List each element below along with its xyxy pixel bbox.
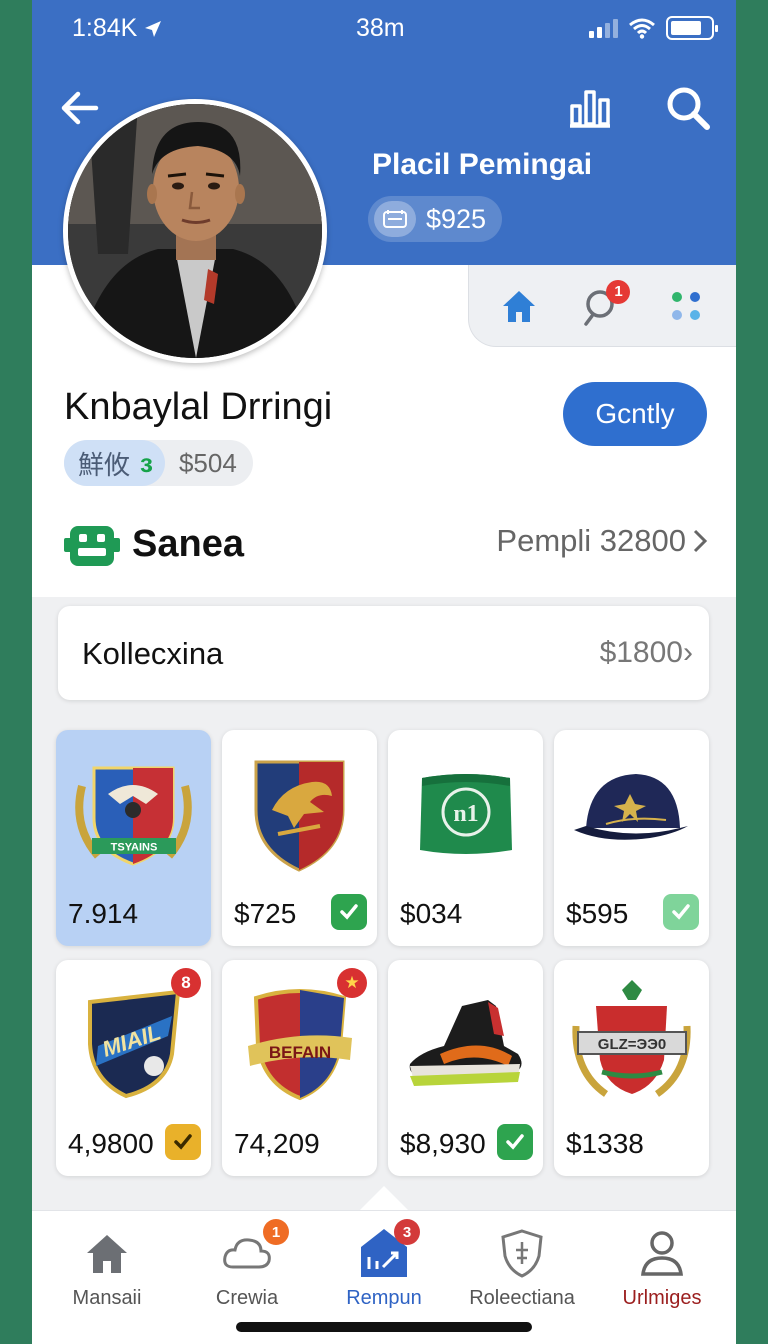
nav-label: Crewia bbox=[215, 1287, 279, 1309]
check-badge bbox=[497, 1124, 533, 1160]
battery-icon bbox=[666, 16, 718, 40]
profile-tag-amount: $504 bbox=[178, 447, 237, 478]
nav-badge: 1 bbox=[263, 1219, 289, 1245]
item-card[interactable]: $8,930 bbox=[388, 960, 543, 1176]
check-badge bbox=[663, 894, 699, 930]
check-badge bbox=[331, 894, 367, 930]
nav-label: Mansaii bbox=[72, 1287, 142, 1309]
item-price: 74,209 bbox=[234, 1128, 320, 1159]
sneaker-icon bbox=[409, 1000, 522, 1086]
avatar[interactable] bbox=[63, 99, 327, 363]
nav-label: Roleectiana bbox=[469, 1287, 575, 1309]
item-price: $034 bbox=[400, 898, 463, 929]
wifi-icon bbox=[629, 18, 655, 39]
section-header: Sanea Pempli 32800 bbox=[64, 518, 708, 574]
quick-apps-button[interactable] bbox=[664, 284, 708, 328]
nav-home[interactable]: Mansaii bbox=[37, 1225, 177, 1310]
item-card[interactable]: TSYAINS 7.914 bbox=[56, 730, 211, 946]
quick-actions-bar: 1 bbox=[468, 265, 736, 347]
section-link[interactable]: Pempli 32800 bbox=[496, 523, 708, 559]
check-badge bbox=[165, 1124, 201, 1160]
chat-badge: 1 bbox=[606, 279, 631, 304]
home-icon bbox=[87, 1235, 127, 1273]
item-badge: ★ bbox=[337, 968, 367, 998]
quick-home-button[interactable] bbox=[497, 284, 541, 328]
item-card[interactable]: $595 bbox=[554, 730, 709, 946]
item-price: $8,930 bbox=[400, 1128, 486, 1159]
eagle-crest-icon: TSYAINS bbox=[75, 766, 192, 866]
user-icon bbox=[641, 1231, 683, 1276]
item-price: $595 bbox=[566, 898, 629, 929]
status-time: 1:84K bbox=[72, 14, 163, 43]
nav-label: Urlmiges bbox=[622, 1287, 702, 1309]
check-icon bbox=[174, 1134, 192, 1150]
eagle-shield-icon bbox=[254, 760, 345, 872]
bar-chart-icon bbox=[570, 90, 610, 128]
item-emblem-text: BEFAIN bbox=[269, 1043, 331, 1062]
item-price: 4,9800 bbox=[68, 1128, 154, 1159]
home-indicator bbox=[236, 1322, 532, 1332]
location-arrow-icon bbox=[145, 20, 162, 37]
search-icon bbox=[667, 87, 710, 130]
item-price: $725 bbox=[234, 898, 297, 929]
item-card[interactable]: GLZ=ЭЭ0 $1338 bbox=[554, 960, 709, 1176]
profile-tag: 鮮攸 з bbox=[64, 440, 165, 486]
item-card[interactable]: BEFAIN ★ 74,209 bbox=[222, 960, 377, 1176]
nav-profile[interactable]: Urlmiges bbox=[592, 1225, 732, 1310]
section-link-text: Pempli 32800 bbox=[496, 523, 686, 558]
nav-badge: 3 bbox=[394, 1219, 420, 1245]
wallet-icon bbox=[374, 201, 416, 237]
follow-button[interactable]: Gcntly bbox=[563, 382, 707, 446]
header-title: Placil Pemingai bbox=[372, 148, 593, 181]
nav-chat[interactable]: 1 Crewia bbox=[177, 1219, 317, 1310]
status-time-text: 1:84K bbox=[72, 14, 138, 42]
status-icons bbox=[589, 16, 718, 40]
signal-icon bbox=[589, 18, 618, 38]
profile-photo bbox=[68, 104, 322, 358]
header-balance-pill[interactable]: $925 bbox=[368, 196, 503, 242]
item-card[interactable]: $725 bbox=[222, 730, 377, 946]
apps-grid-icon bbox=[672, 291, 701, 320]
item-price: 7.914 bbox=[68, 898, 139, 929]
item-emblem-text: n1 bbox=[453, 801, 478, 827]
header-balance: $925 bbox=[426, 203, 487, 234]
laurel-crest-icon: GLZ=ЭЭ0 bbox=[572, 980, 691, 1097]
status-center-text: 38m bbox=[356, 14, 405, 42]
navy-cap-icon bbox=[574, 774, 688, 840]
profile-tag-mark: з bbox=[140, 447, 153, 478]
collection-title: Kollecxina bbox=[82, 636, 224, 671]
home-icon bbox=[502, 290, 535, 322]
nav-collection[interactable]: Roleectiana bbox=[452, 1225, 592, 1310]
profile-tag-text: 鮮攸 bbox=[78, 449, 131, 480]
profile-tag-pill[interactable]: 鮮攸 з $504 bbox=[64, 440, 253, 486]
back-button[interactable] bbox=[56, 84, 104, 132]
item-badge: 8 bbox=[171, 968, 201, 998]
item-emblem-text: TSYAINS bbox=[111, 842, 158, 854]
status-bar: 1:84K 38m bbox=[32, 10, 736, 46]
check-icon bbox=[672, 904, 690, 920]
stats-button[interactable] bbox=[566, 84, 614, 132]
phone-screen: 1:84K 38m Placil Pemingai $925 1 Knbayla… bbox=[32, 0, 736, 1344]
chevron-right-icon bbox=[693, 529, 708, 553]
nav-rempun[interactable]: 3 Rempun bbox=[314, 1219, 454, 1310]
check-icon bbox=[506, 1134, 524, 1150]
arrow-left-icon bbox=[61, 91, 99, 125]
quick-chat-button[interactable]: 1 bbox=[580, 279, 631, 328]
collection-value: $1800› bbox=[599, 636, 693, 669]
item-emblem-text: GLZ=ЭЭ0 bbox=[598, 1036, 666, 1053]
shield-icon bbox=[501, 1229, 543, 1278]
check-icon bbox=[340, 904, 358, 920]
search-button[interactable] bbox=[662, 82, 714, 134]
item-price: $1338 bbox=[566, 1128, 644, 1159]
item-card[interactable]: MIAIL 8 4,9800 bbox=[56, 960, 211, 1176]
item-card[interactable]: n1 $034 bbox=[388, 730, 543, 946]
green-wristband-icon: n1 bbox=[420, 774, 512, 854]
profile-name: Knbaylal Drringi bbox=[64, 386, 333, 428]
nav-label: Rempun bbox=[346, 1287, 422, 1309]
robot-icon bbox=[64, 520, 120, 570]
section-title: Sanea bbox=[132, 523, 244, 565]
collection-row[interactable]: Kollecxina $1800› bbox=[58, 606, 709, 700]
